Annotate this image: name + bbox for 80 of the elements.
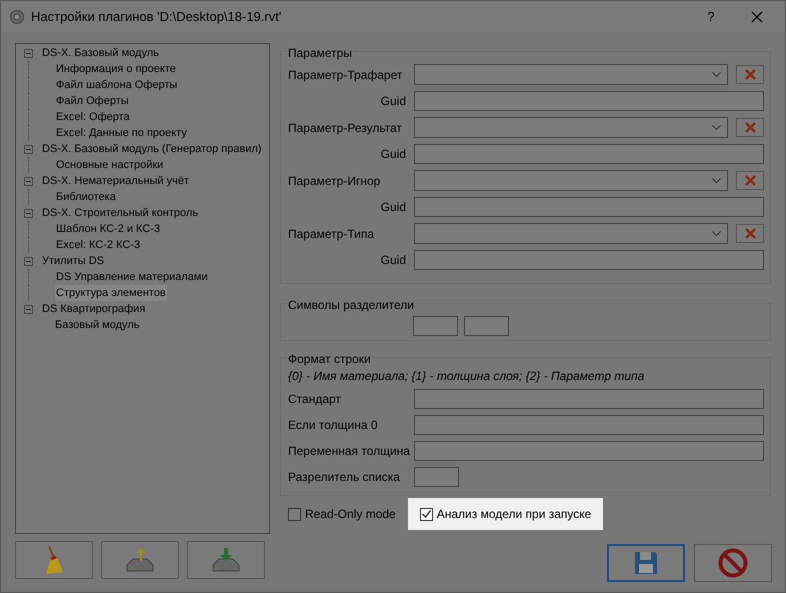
input-field[interactable] [414,467,459,487]
guid-field[interactable] [414,197,764,217]
tree-item[interactable]: Базовый модуль [54,316,140,334]
help-button[interactable]: ? [691,6,731,26]
tree-item[interactable]: Утилиты DS [41,252,106,270]
prohibited-icon [718,548,748,578]
checkbox-label: Read-Only mode [305,506,396,523]
tree-item[interactable]: Excel: Оферта [55,108,131,126]
input-field[interactable] [464,316,509,336]
chevron-down-icon [712,125,721,130]
checkbox[interactable] [288,508,301,520]
field-label: Guid [380,199,407,216]
tree-item[interactable]: Библиотека [55,188,117,206]
drive-download-icon [211,547,241,573]
close-icon [744,175,756,186]
tree-item[interactable]: Основные настройки [55,156,164,174]
field-label: Параметр-Трафарет [288,66,404,84]
input-field[interactable] [414,415,764,435]
clear-button[interactable] [736,171,764,190]
tree-item[interactable]: Файл шаблона Оферты [55,76,178,94]
collapse-icon[interactable] [24,48,33,58]
tree-item[interactable]: DS-X. Нематериальный учёт [41,172,190,190]
tree-item[interactable]: DS-X. Строительный контроль [41,204,200,222]
tree-item[interactable]: DS-X. Базовый модуль (Генератор правил) [41,140,263,158]
tree-item[interactable]: Шаблон КС-2 и КС-3 [55,220,162,238]
dropdown[interactable] [414,117,728,138]
tree-item[interactable]: DS Управление материалами [55,268,209,286]
clear-button[interactable] [736,224,764,243]
export-button[interactable] [101,541,179,579]
guid-field[interactable] [414,91,764,111]
close-icon [744,69,756,80]
input-field[interactable] [413,316,458,336]
close-icon [744,122,756,133]
dropdown[interactable] [414,223,728,244]
tree-item[interactable]: Excel: КС-2 КС-3 [55,236,142,254]
chevron-down-icon [712,178,721,183]
window-title: Настройки плагинов 'D:\Desktop\18-19.rvt' [31,8,282,26]
chevron-down-icon [712,72,721,77]
drive-upload-icon [125,547,155,573]
chevron-down-icon [712,231,721,236]
field-label: Параметр-Игнор [288,172,382,190]
import-button[interactable] [187,541,265,579]
field-label: Guid [380,146,407,163]
close-icon[interactable] [751,10,763,22]
close-icon [744,228,756,239]
gear-icon [9,8,25,24]
guid-field[interactable] [414,144,764,164]
tree-item[interactable]: Excel: Данные по проекту [55,124,188,142]
clear-button[interactable] [736,118,764,137]
input-field[interactable] [414,389,764,409]
tree-item[interactable]: DS Квартирография [41,300,146,318]
tree-item[interactable]: Информация о проекте [55,60,177,78]
field-label: Переменная толщина [288,443,411,460]
checkbox[interactable] [420,508,433,520]
clean-button[interactable] [15,541,93,579]
field-label: Если толщина 0 [288,417,379,434]
broom-icon [43,545,65,575]
cancel-button[interactable] [694,544,772,582]
field-label: Разрелитель списка [288,469,401,486]
tree-item[interactable]: DS-X. Базовый модуль [41,44,160,62]
dropdown[interactable] [414,170,728,191]
collapse-icon[interactable] [24,208,33,218]
save-button[interactable] [607,544,685,582]
tree-item[interactable]: Структура элементов [55,284,167,302]
tree-item[interactable]: Файл Оферты [55,92,130,110]
field-label: Параметр-Результат [288,120,403,136]
dropdown[interactable] [414,64,728,85]
collapse-icon[interactable] [24,144,33,154]
guid-field[interactable] [414,250,764,270]
checkbox-label: Анализ модели при запуске [436,506,592,523]
format-hint: {0} - Имя материала; {1} - толщина слоя; {2} - Параметр типа [288,368,646,385]
clear-button[interactable] [736,65,764,84]
collapse-icon[interactable] [24,176,33,186]
field-label: Guid [380,93,407,110]
collapse-icon[interactable] [24,304,33,314]
field-label: Стандарт [288,391,342,408]
field-label: Параметр-Типа [288,226,376,242]
field-label: Guid [380,252,407,269]
collapse-icon[interactable] [24,256,33,266]
input-field[interactable] [414,441,764,461]
